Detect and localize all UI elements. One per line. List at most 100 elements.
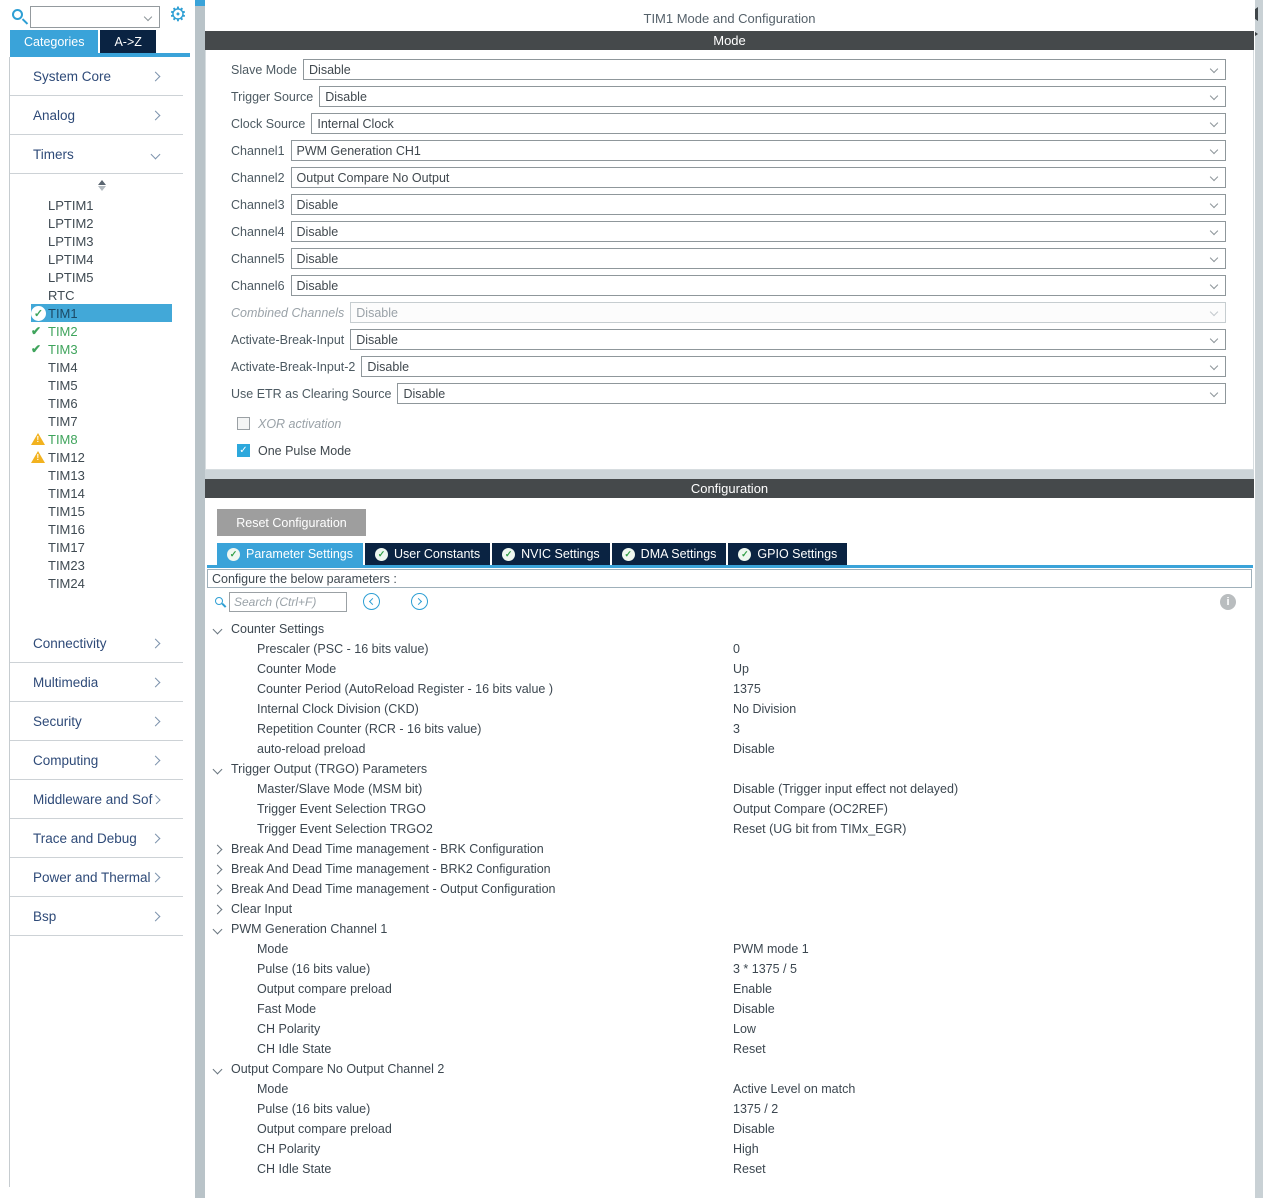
sidebar-item-tim6[interactable]: TIM6 <box>31 394 172 412</box>
select-channel1[interactable]: PWM Generation CH1 <box>290 140 1226 161</box>
sidebar-item-tim24[interactable]: TIM24 <box>31 574 172 592</box>
sidebar-item-rtc[interactable]: RTC <box>31 286 172 304</box>
left-splitter[interactable] <box>195 0 205 1198</box>
tree-param-value[interactable]: 3 * 1375 / 5 <box>733 962 797 976</box>
checkbox-one-pulse-mode[interactable]: ✓ <box>237 444 250 457</box>
info-icon[interactable]: i <box>1220 594 1236 610</box>
sort-icon[interactable] <box>98 179 106 191</box>
sidebar-item-middleware-and-sof[interactable]: Middleware and Sof... <box>10 780 183 819</box>
right-splitter[interactable] <box>1255 0 1263 1198</box>
sidebar-item-tim3[interactable]: ✔ TIM3 <box>31 340 172 358</box>
select-channel6[interactable]: Disable <box>290 275 1226 296</box>
tree-group-pwm-generation-channel-1[interactable]: PWM Generation Channel 1 <box>205 919 1254 939</box>
sidebar-item-computing[interactable]: Computing <box>10 741 183 780</box>
sidebar-item-security[interactable]: Security <box>10 702 183 741</box>
select-channel2[interactable]: Output Compare No Output <box>290 167 1226 188</box>
tree-param-label: Pulse (16 bits value) <box>257 962 371 976</box>
tree-group-label: Break And Dead Time management - BRK2 Co… <box>231 862 551 876</box>
tree-param-label: Trigger Event Selection TRGO2 <box>257 822 433 836</box>
tree-group-break-and-dead-time-management-output-configuration[interactable]: Break And Dead Time management - Output … <box>205 879 1254 899</box>
tree-group-output-compare-no-output-channel-2[interactable]: Output Compare No Output Channel 2 <box>205 1059 1254 1079</box>
select-channel4[interactable]: Disable <box>290 221 1226 242</box>
sidebar-item-tim7[interactable]: TIM7 <box>31 412 172 430</box>
sidebar-item-tim8[interactable]: TIM8 <box>31 430 172 448</box>
tree-group-break-and-dead-time-management-brk-configuration[interactable]: Break And Dead Time management - BRK Con… <box>205 839 1254 859</box>
chevron-right-icon <box>212 884 223 894</box>
sidebar-item-tim1[interactable]: ✓ TIM1 <box>31 304 172 322</box>
sidebar-item-tim14[interactable]: TIM14 <box>31 484 172 502</box>
select-slave-mode[interactable]: Disable <box>303 59 1226 80</box>
sidebar-item-trace-and-debug[interactable]: Trace and Debug <box>10 819 183 858</box>
chevron-right-icon <box>212 864 223 874</box>
tab-a-to-z[interactable]: A->Z <box>100 30 156 53</box>
sidebar-item-lptim5[interactable]: LPTIM5 <box>31 268 172 286</box>
tab-categories[interactable]: Categories <box>10 30 99 53</box>
mode-row-label: Channel2 <box>231 170 285 185</box>
tab-user-constants[interactable]: ✓ User Constants <box>365 543 491 565</box>
tree-param-value[interactable]: Enable <box>733 982 772 996</box>
parameter-search-input[interactable] <box>229 592 347 612</box>
sidebar-item-tim16[interactable]: TIM16 <box>31 520 172 538</box>
select-trigger-source[interactable]: Disable <box>319 86 1226 107</box>
tree-param-value[interactable]: 1375 <box>733 682 761 696</box>
sidebar-item-lptim1[interactable]: LPTIM1 <box>31 196 172 214</box>
tree-param-value[interactable]: Output Compare (OC2REF) <box>733 802 888 816</box>
gear-icon[interactable]: ⚙ <box>169 2 187 28</box>
select-channel3[interactable]: Disable <box>290 194 1226 215</box>
tree-param-value[interactable]: Low <box>733 1022 756 1036</box>
tree-param-value[interactable]: Disable <box>733 1002 775 1016</box>
sidebar-item-tim23[interactable]: TIM23 <box>31 556 172 574</box>
tree-group-counter-settings[interactable]: Counter Settings <box>205 619 1254 639</box>
tree-param-value[interactable]: Disable (Trigger input effect not delaye… <box>733 782 958 796</box>
tree-param-value[interactable]: Up <box>733 662 749 676</box>
tab-gpio-settings[interactable]: ✓ GPIO Settings <box>728 543 848 565</box>
sidebar-item-tim12[interactable]: TIM12 <box>31 448 172 466</box>
tree-param-value[interactable]: 3 <box>733 722 740 736</box>
search-previous-button[interactable] <box>363 593 380 610</box>
tree-param-value[interactable]: PWM mode 1 <box>733 942 809 956</box>
select-clock-source[interactable]: Internal Clock <box>311 113 1226 134</box>
search-next-button[interactable] <box>411 593 428 610</box>
tab-parameter-settings[interactable]: ✓ Parameter Settings <box>217 543 363 565</box>
sidebar-item-tim5[interactable]: TIM5 <box>31 376 172 394</box>
tree-param-value[interactable]: Disable <box>733 1122 775 1136</box>
sidebar-item-system-core[interactable]: System Core <box>10 57 183 96</box>
select-channel5[interactable]: Disable <box>290 248 1226 269</box>
tree-group-break-and-dead-time-management-brk2-configuration[interactable]: Break And Dead Time management - BRK2 Co… <box>205 859 1254 879</box>
sidebar-item-multimedia[interactable]: Multimedia <box>10 663 183 702</box>
tree-param-value[interactable]: 0 <box>733 642 740 656</box>
tree-param-value[interactable]: Reset <box>733 1042 766 1056</box>
sidebar-item-tim15[interactable]: TIM15 <box>31 502 172 520</box>
tree-param-value[interactable]: 1375 / 2 <box>733 1102 778 1116</box>
tree-group-clear-input[interactable]: Clear Input <box>205 899 1254 919</box>
reset-configuration-button[interactable]: Reset Configuration <box>217 509 366 536</box>
sidebar-item-tim13[interactable]: TIM13 <box>31 466 172 484</box>
select-activate-break-input-2[interactable]: Disable <box>361 356 1226 377</box>
tree-param-value[interactable]: No Division <box>733 702 796 716</box>
sidebar-item-tim4[interactable]: TIM4 <box>31 358 172 376</box>
search-combobox[interactable] <box>30 6 160 28</box>
tab-nvic-settings[interactable]: ✓ NVIC Settings <box>492 543 610 565</box>
sidebar-item-tim2[interactable]: ✔ TIM2 <box>31 322 172 340</box>
tree-param-value[interactable]: High <box>733 1142 759 1156</box>
sidebar-item-power-and-thermal[interactable]: Power and Thermal <box>10 858 183 897</box>
tab-dma-settings[interactable]: ✓ DMA Settings <box>611 543 727 565</box>
select-activate-break-input[interactable]: Disable <box>350 329 1226 350</box>
sidebar-item-timers[interactable]: Timers <box>10 135 183 174</box>
sidebar-item-lptim2[interactable]: LPTIM2 <box>31 214 172 232</box>
tree-param-value[interactable]: Reset <box>733 1162 766 1176</box>
sidebar-item-bsp[interactable]: Bsp <box>10 897 183 936</box>
sidebar-item-lptim3[interactable]: LPTIM3 <box>31 232 172 250</box>
parameters-banner: Configure the below parameters : <box>207 569 1252 588</box>
select-use-etr-as-clearing-source[interactable]: Disable <box>397 383 1226 404</box>
tree-param-value[interactable]: Disable <box>733 742 775 756</box>
sidebar-item-analog[interactable]: Analog <box>10 96 183 135</box>
sidebar-item-lptim4[interactable]: LPTIM4 <box>31 250 172 268</box>
chevron-down-icon <box>143 12 153 22</box>
tree-param-value[interactable]: Active Level on match <box>733 1082 855 1096</box>
tree-group-trigger-output-trgo-parameters[interactable]: Trigger Output (TRGO) Parameters <box>205 759 1254 779</box>
sidebar-item-tim17[interactable]: TIM17 <box>31 538 172 556</box>
tree-param-value[interactable]: Reset (UG bit from TIMx_EGR) <box>733 822 906 836</box>
sidebar-item-connectivity[interactable]: Connectivity <box>10 624 183 663</box>
